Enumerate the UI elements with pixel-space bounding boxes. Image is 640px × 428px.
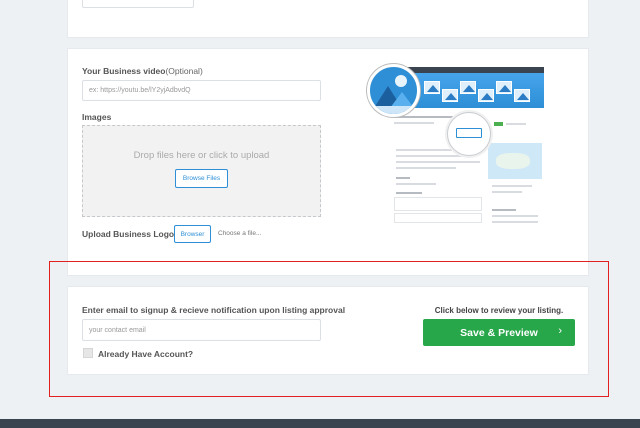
contact-email-input[interactable]: your contact email bbox=[82, 319, 321, 341]
mini-button-icon bbox=[456, 128, 482, 138]
preview-badge bbox=[494, 122, 503, 126]
image-base bbox=[370, 106, 417, 114]
images-label: Images bbox=[82, 112, 112, 122]
preview-line bbox=[396, 167, 456, 169]
optional-tag: (Optional) bbox=[165, 66, 203, 76]
preview-zoom-image-icon bbox=[367, 64, 420, 117]
business-video-input[interactable]: ex: https://youtu.be/lY2yjAdbvdQ bbox=[82, 80, 321, 101]
image-dropzone[interactable]: Drop files here or click to upload Brows… bbox=[82, 125, 321, 217]
dropzone-text: Drop files here or click to upload bbox=[133, 150, 270, 161]
signup-section-card: Enter email to signup & recieve notifica… bbox=[67, 286, 589, 375]
preview-thumb-icon bbox=[478, 89, 494, 102]
preview-line bbox=[492, 185, 532, 187]
media-section-card: Your Business video(Optional) ex: https:… bbox=[67, 48, 589, 276]
footer-bar bbox=[0, 419, 640, 428]
already-account-label: Already Have Account? bbox=[98, 349, 194, 359]
signup-email-label: Enter email to signup & recieve notifica… bbox=[82, 305, 346, 315]
business-video-label-text: Your Business video bbox=[82, 66, 166, 76]
preview-line bbox=[492, 221, 538, 223]
preview-line bbox=[492, 215, 538, 217]
logo-browser-button[interactable]: Browser bbox=[174, 225, 211, 243]
browse-files-button[interactable]: Browse Files bbox=[175, 169, 228, 188]
chevron-right-icon: › bbox=[558, 325, 562, 337]
preview-thumb-icon bbox=[442, 89, 458, 102]
preview-thumb-icon bbox=[460, 81, 476, 94]
previous-input-stub[interactable] bbox=[82, 0, 194, 8]
logo-file-name: Choose a file... bbox=[218, 230, 262, 237]
preview-faq-box bbox=[394, 197, 482, 211]
preview-line bbox=[396, 192, 422, 194]
preview-map bbox=[488, 143, 542, 179]
preview-line bbox=[506, 123, 526, 125]
preview-faq-box bbox=[394, 213, 482, 223]
review-prompt: Click below to review your listing. bbox=[434, 306, 564, 315]
preview-line bbox=[394, 122, 434, 124]
previous-section-card bbox=[67, 0, 589, 38]
save-preview-label: Save & Preview bbox=[460, 326, 538, 339]
already-account-checkbox[interactable] bbox=[83, 348, 93, 358]
business-video-label: Your Business video(Optional) bbox=[82, 66, 203, 76]
upload-logo-label: Upload Business Logo bbox=[82, 229, 175, 239]
preview-line bbox=[396, 183, 436, 185]
preview-thumb-icon bbox=[424, 81, 440, 94]
preview-line bbox=[394, 116, 454, 118]
save-preview-button[interactable]: Save & Preview › bbox=[423, 319, 575, 346]
preview-thumb-icon bbox=[496, 81, 512, 94]
preview-line bbox=[492, 209, 516, 211]
preview-line bbox=[396, 177, 410, 179]
preview-zoom-button-icon bbox=[447, 112, 491, 156]
preview-line bbox=[396, 161, 480, 163]
preview-thumb-icon bbox=[514, 89, 530, 102]
preview-line bbox=[492, 191, 522, 193]
